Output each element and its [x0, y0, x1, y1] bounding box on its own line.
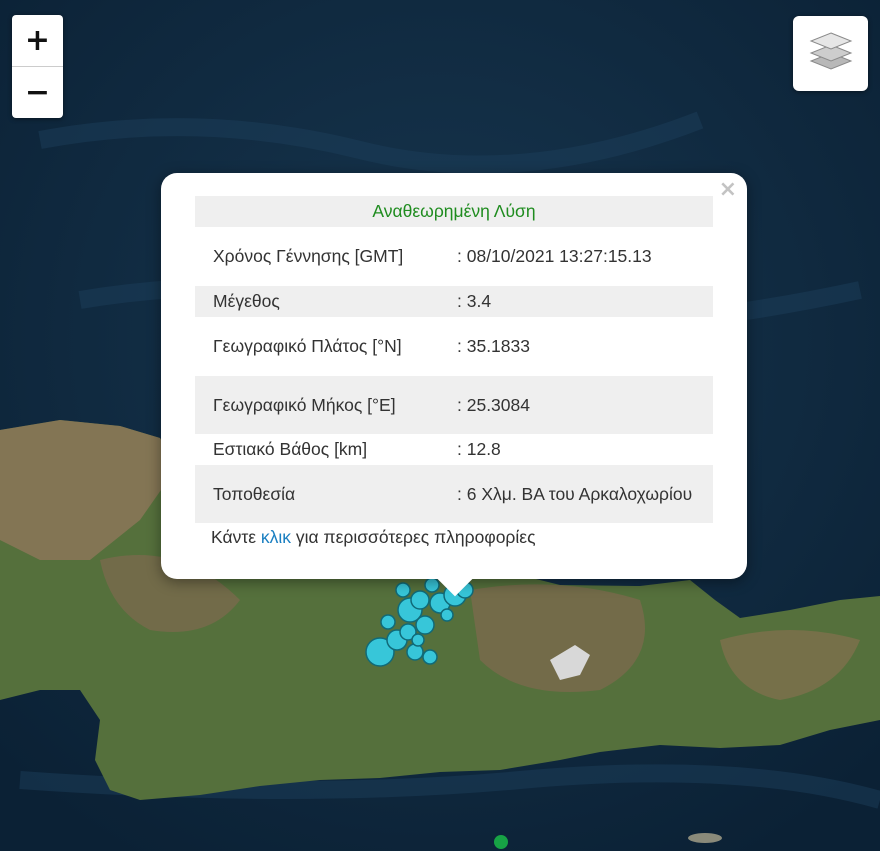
- table-row: Μέγεθος : 3.4: [195, 286, 713, 317]
- earthquake-marker[interactable]: [440, 608, 454, 622]
- row-value: : 6 Χλμ. ΒΑ του Αρκαλοχωρίου: [443, 465, 713, 523]
- earthquake-marker[interactable]: [415, 615, 435, 635]
- more-info-suffix: για περισσότερες πληροφορίες: [291, 527, 536, 547]
- table-row: Γεωγραφικό Πλάτος [°N] : 35.1833: [195, 317, 713, 376]
- earthquake-popup: × Αναθεωρημένη Λύση Χρόνος Γέννησης [GMT…: [161, 173, 747, 597]
- more-info-text: Κάντε κλικ για περισσότερες πληροφορίες: [211, 527, 536, 548]
- more-info-prefix: Κάντε: [211, 527, 261, 547]
- table-row: Χρόνος Γέννησης [GMT] : 08/10/2021 13:27…: [195, 227, 713, 286]
- earthquake-marker[interactable]: [380, 614, 396, 630]
- row-label: Μέγεθος: [195, 286, 443, 317]
- earthquake-marker[interactable]: [411, 633, 425, 647]
- row-label: Χρόνος Γέννησης [GMT]: [213, 246, 404, 266]
- row-label: Εστιακό Βάθος [km]: [213, 439, 368, 459]
- layers-icon: [807, 27, 855, 80]
- close-button[interactable]: ×: [719, 177, 737, 202]
- row-label: Γεωγραφικό Μήκος [°E]: [195, 376, 443, 434]
- row-value: : 12.8: [457, 439, 501, 459]
- row-value: : 35.1833: [457, 336, 530, 356]
- row-value: : 3.4: [443, 286, 713, 317]
- table-row: Τοποθεσία : 6 Χλμ. ΒΑ του Αρκαλοχωρίου: [195, 465, 713, 523]
- earthquake-marker[interactable]: [422, 649, 438, 665]
- row-value: : 25.3084: [443, 376, 713, 434]
- table-row: Γεωγραφικό Μήκος [°E] : 25.3084: [195, 376, 713, 434]
- popup-title: Αναθεωρημένη Λύση: [195, 196, 713, 227]
- earthquake-marker[interactable]: [410, 590, 430, 610]
- earthquake-marker[interactable]: [395, 582, 411, 598]
- earthquake-marker-small[interactable]: [494, 835, 508, 849]
- popup-title-row: Αναθεωρημένη Λύση: [195, 196, 713, 227]
- small-islet: [688, 833, 722, 843]
- row-value: : 08/10/2021 13:27:15.13: [457, 246, 652, 266]
- more-info-link[interactable]: κλικ: [261, 527, 291, 547]
- table-row: Εστιακό Βάθος [km] : 12.8: [195, 434, 713, 465]
- earthquake-marker[interactable]: [424, 577, 440, 593]
- row-label: Τοποθεσία: [195, 465, 443, 523]
- zoom-in-button[interactable]: +: [12, 15, 63, 67]
- earthquake-marker[interactable]: [406, 643, 424, 661]
- zoom-out-button[interactable]: −: [12, 67, 63, 118]
- earthquake-details-table: Αναθεωρημένη Λύση Χρόνος Γέννησης [GMT] …: [195, 196, 713, 523]
- layers-button[interactable]: [793, 16, 868, 91]
- row-label: Γεωγραφικό Πλάτος [°N]: [213, 336, 402, 356]
- zoom-control: + −: [12, 15, 63, 118]
